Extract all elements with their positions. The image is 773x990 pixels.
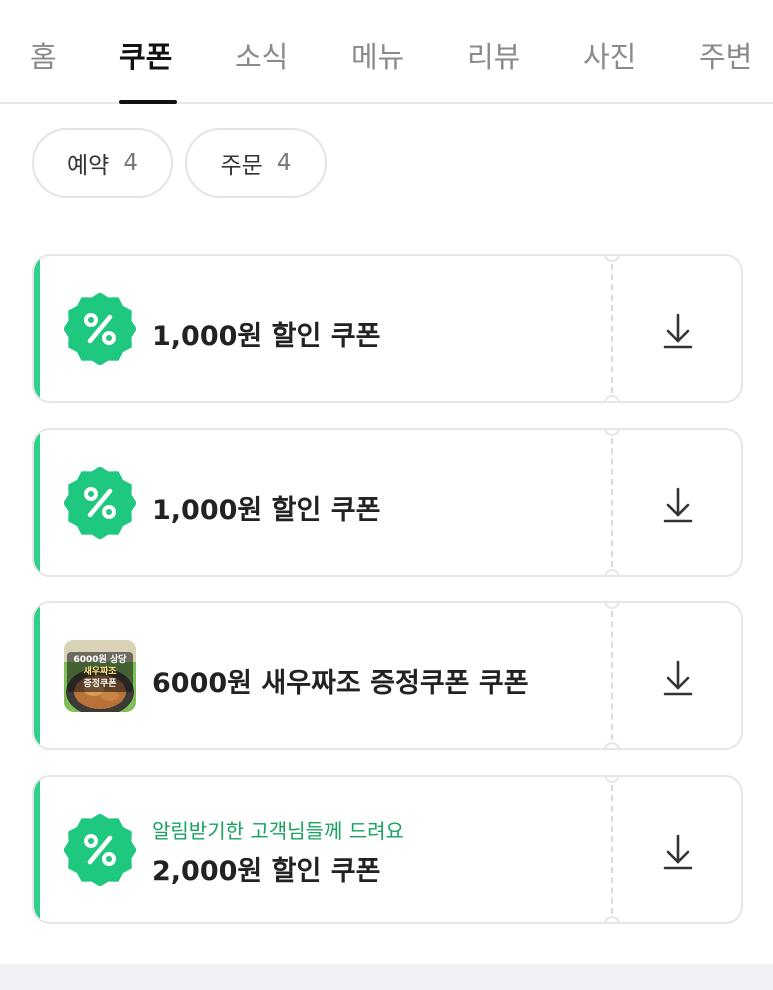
filter-chip-count: 4 <box>276 150 292 176</box>
coupon-accent-bar <box>34 603 40 748</box>
tab-review[interactable]: 리뷰 <box>467 34 520 76</box>
filter-chip-reservation[interactable]: 예약 4 <box>32 128 173 198</box>
coupon-card: 1,000원 할인 쿠폰 <box>32 254 743 403</box>
coupon-notch <box>604 430 620 436</box>
coupon-title: 6000원 새우짜조 증정쿠폰 쿠폰 <box>152 668 529 699</box>
coupon-title: 1,000원 할인 쿠폰 <box>152 321 381 352</box>
coupon-card: 알림받기한 고객님들께 드려요 2,000원 할인 쿠폰 <box>32 775 743 924</box>
coupon-notch <box>604 256 620 262</box>
tab-coupon[interactable]: 쿠폰 <box>119 34 172 76</box>
active-tab-indicator <box>119 100 177 104</box>
coupon-divider <box>611 611 613 740</box>
download-icon[interactable] <box>648 827 708 877</box>
tab-photo[interactable]: 사진 <box>583 34 636 76</box>
coupon-notch <box>604 777 620 783</box>
thumbnail-caption: 6000원 상당 새우짜조 증정쿠폰 <box>64 654 136 690</box>
download-icon[interactable] <box>648 653 708 703</box>
filter-chip-count: 4 <box>123 150 138 176</box>
coupon-notch <box>604 569 620 575</box>
coupon-divider <box>611 264 613 393</box>
filter-chip-label: 주문 <box>220 153 263 179</box>
tab-bar: 홈 쿠폰 소식 메뉴 리뷰 사진 주변 <box>0 0 773 104</box>
coupon-notch <box>604 916 620 922</box>
coupon-title: 1,000원 할인 쿠폰 <box>152 495 381 526</box>
filter-chip-label: 예약 <box>67 153 110 179</box>
coupon-divider <box>611 438 613 567</box>
percent-icon <box>64 467 136 539</box>
food-thumbnail: 6000원 상당 새우짜조 증정쿠폰 <box>64 640 136 712</box>
coupon-card: 6000원 상당 새우짜조 증정쿠폰 6000원 새우짜조 증정쿠폰 쿠폰 <box>32 601 743 750</box>
download-icon[interactable] <box>648 480 708 530</box>
coupon-notch <box>604 742 620 748</box>
tab-nearby[interactable]: 주변 <box>699 34 752 76</box>
coupon-card: 1,000원 할인 쿠폰 <box>32 428 743 577</box>
thumbnail-caption-line: 새우짜조 <box>83 667 117 677</box>
coupon-divider <box>611 785 613 914</box>
coupon-notch <box>604 603 620 609</box>
coupon-accent-bar <box>34 430 40 575</box>
thumbnail-caption-line: 증정쿠폰 <box>83 679 117 689</box>
coupon-accent-bar <box>34 256 40 401</box>
coupon-notch <box>604 395 620 401</box>
percent-icon <box>64 293 136 365</box>
tab-home[interactable]: 홈 <box>30 34 57 76</box>
coupon-subtitle: 알림받기한 고객님들께 드려요 <box>152 819 404 843</box>
thumbnail-caption-line: 6000원 상당 <box>73 655 127 665</box>
tab-news[interactable]: 소식 <box>235 34 288 76</box>
coupon-accent-bar <box>34 777 40 922</box>
download-icon[interactable] <box>648 306 708 356</box>
coupon-title: 2,000원 할인 쿠폰 <box>152 856 381 887</box>
tab-menu[interactable]: 메뉴 <box>351 34 404 76</box>
percent-icon <box>64 814 136 886</box>
bottom-section-divider <box>0 964 773 990</box>
filter-chip-order[interactable]: 주문 4 <box>185 128 327 198</box>
